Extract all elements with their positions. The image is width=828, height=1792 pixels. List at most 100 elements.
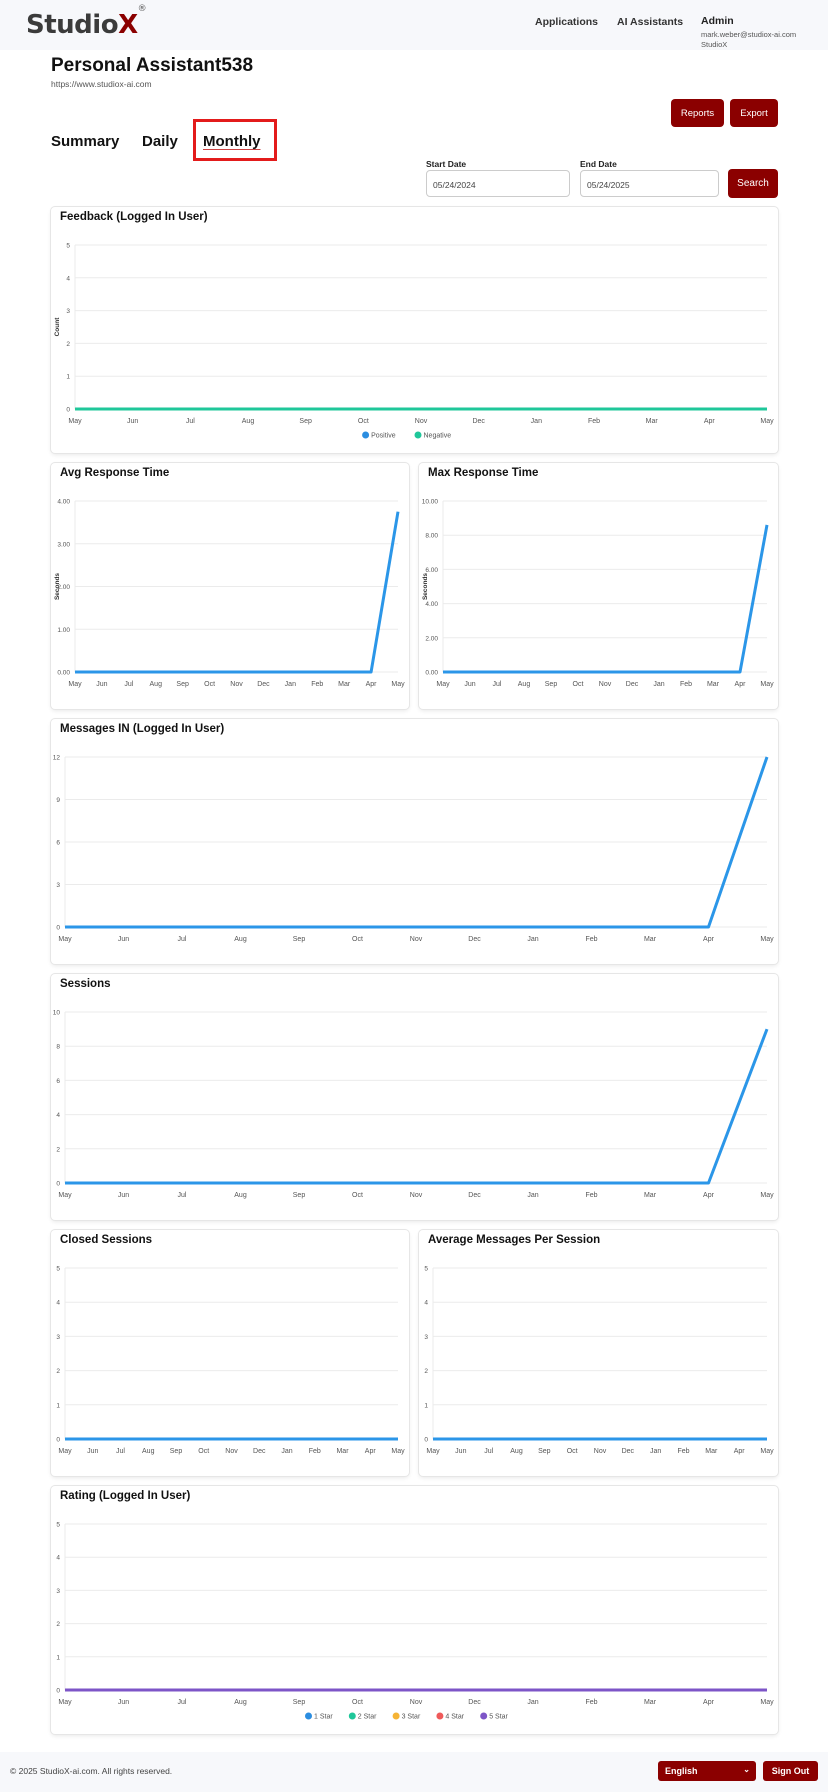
x-tick-label: Feb: [585, 1192, 597, 1199]
user-menu[interactable]: Admin mark.weber@studiox-ai.com StudioX: [701, 15, 796, 49]
sessions-chart-panel: Sessions 0 2 4 6 8 10 May Jun Jul Aug Sep Oct Nov Dec…: [51, 974, 778, 1220]
x-tick-label: Jan: [527, 936, 538, 943]
x-tick-label: May: [58, 1699, 72, 1706]
y-tick-label: 0: [56, 1688, 60, 1695]
y-tick-label: 0: [56, 1181, 60, 1188]
top-bar: StudioX® Applications AI Assistants Admi…: [0, 0, 828, 50]
sign-out-button[interactable]: Sign Out: [763, 1761, 818, 1781]
export-button[interactable]: Export: [730, 99, 778, 127]
y-tick-label: 0: [66, 407, 70, 414]
logo-text: Studio: [26, 10, 119, 40]
x-tick-label: Apr: [703, 936, 715, 943]
reports-button[interactable]: Reports: [671, 99, 724, 127]
x-tick-label: Jun: [118, 1699, 129, 1706]
start-date-input[interactable]: 05/24/2024: [426, 170, 570, 197]
x-tick-label: May: [58, 1192, 72, 1199]
x-tick-label: Jul: [186, 418, 195, 425]
nav-applications[interactable]: Applications: [535, 16, 598, 28]
x-tick-label: Feb: [585, 1699, 597, 1706]
y-tick-label: 2: [56, 1146, 60, 1153]
x-tick-label: Nov: [410, 1699, 423, 1706]
y-tick-label: 4: [56, 1300, 60, 1307]
y-tick-label: 4.00: [57, 499, 70, 506]
legend-label: Negative: [424, 433, 452, 440]
x-tick-label: May: [391, 1448, 405, 1455]
x-tick-label: Apr: [366, 681, 378, 688]
x-tick-label: Dec: [257, 681, 270, 688]
studiox-logo[interactable]: StudioX®: [26, 4, 147, 40]
x-tick-label: Dec: [253, 1448, 266, 1455]
x-tick-label: Feb: [677, 1448, 689, 1455]
x-tick-label: Nov: [594, 1448, 607, 1455]
chevron-down-icon: ⌄: [743, 1765, 750, 1774]
legend-label: 3 Star: [402, 1714, 421, 1721]
x-tick-label: Aug: [242, 418, 255, 425]
assistant-url[interactable]: https://www.studiox-ai.com: [51, 79, 152, 89]
y-tick-label: 2: [56, 1368, 60, 1375]
x-tick-label: Aug: [234, 1699, 247, 1706]
x-tick-label: May: [760, 1192, 774, 1199]
max-response-chart-panel: Max Response Time Seconds 0.00 2.00 4.00 6.0…: [419, 463, 778, 709]
y-tick-label: 2: [66, 341, 70, 348]
y-tick-label: 1.00: [57, 627, 70, 634]
x-tick-label: Jul: [178, 1699, 187, 1706]
x-tick-label: Jun: [464, 681, 475, 688]
x-tick-label: Sep: [545, 681, 558, 688]
y-tick-label: 3: [56, 882, 60, 889]
x-tick-label: Jul: [116, 1448, 125, 1455]
active-tab-highlight: [193, 119, 277, 161]
y-tick-label: 4: [56, 1555, 60, 1562]
x-tick-label: Jan: [653, 681, 664, 688]
y-tick-label: 3: [424, 1334, 428, 1341]
x-tick-label: Sep: [293, 1192, 306, 1199]
user-name: Admin: [701, 15, 734, 27]
end-date-input[interactable]: 05/24/2025: [580, 170, 719, 197]
x-tick-label: May: [760, 1448, 774, 1455]
x-tick-label: Sep: [176, 681, 189, 688]
x-tick-label: Sep: [293, 1699, 306, 1706]
search-button[interactable]: Search: [728, 169, 778, 198]
x-tick-label: Jan: [531, 418, 542, 425]
y-tick-label: 5: [66, 243, 70, 250]
nav-ai-assistants[interactable]: AI Assistants: [617, 16, 683, 28]
x-tick-label: Apr: [365, 1448, 377, 1455]
y-tick-label: 5: [424, 1266, 428, 1273]
x-tick-label: Aug: [234, 1192, 247, 1199]
y-tick-label: 1: [424, 1402, 428, 1409]
x-tick-label: May: [68, 681, 82, 688]
x-tick-label: Dec: [468, 1192, 481, 1199]
x-tick-label: Oct: [358, 418, 369, 425]
language-select[interactable]: English ⌄: [658, 1761, 756, 1781]
x-tick-label: Jul: [484, 1448, 493, 1455]
x-tick-label: Sep: [538, 1448, 551, 1455]
x-tick-label: Jan: [281, 1448, 292, 1455]
x-tick-label: Jul: [178, 936, 187, 943]
tab-summary[interactable]: Summary: [51, 133, 119, 150]
chart-canvas: 0 1 2 3 4 5 May Jun Jul Aug Sep Oct Nov Dec Jan Feb Mar A…: [56, 1266, 405, 1456]
x-tick-label: Jul: [178, 1192, 187, 1199]
x-tick-label: Oct: [573, 681, 584, 688]
y-tick-label: 4.00: [425, 601, 438, 608]
x-tick-label: Dec: [622, 1448, 635, 1455]
x-tick-label: Mar: [644, 936, 657, 943]
x-tick-label: Nov: [410, 1192, 423, 1199]
x-tick-label: Jan: [650, 1448, 661, 1455]
y-tick-label: 4: [56, 1112, 60, 1119]
x-tick-label: Oct: [567, 1448, 578, 1455]
x-tick-label: Jan: [527, 1192, 538, 1199]
x-tick-label: Dec: [472, 418, 485, 425]
x-tick-label: Oct: [352, 936, 363, 943]
series-line: [75, 511, 400, 674]
tab-daily[interactable]: Daily: [142, 133, 178, 150]
y-tick-label: 2: [424, 1368, 428, 1375]
x-tick-label: Oct: [352, 1699, 363, 1706]
y-tick-label: 2.00: [425, 635, 438, 642]
x-tick-label: Oct: [204, 681, 215, 688]
y-tick-label: 8.00: [425, 533, 438, 540]
y-tick-label: 0: [424, 1437, 428, 1444]
x-tick-label: Jul: [493, 681, 502, 688]
y-tick-label: 5: [56, 1522, 60, 1529]
y-tick-label: 1: [56, 1402, 60, 1409]
x-tick-label: Nov: [230, 681, 243, 688]
y-tick-label: 1: [66, 374, 70, 381]
